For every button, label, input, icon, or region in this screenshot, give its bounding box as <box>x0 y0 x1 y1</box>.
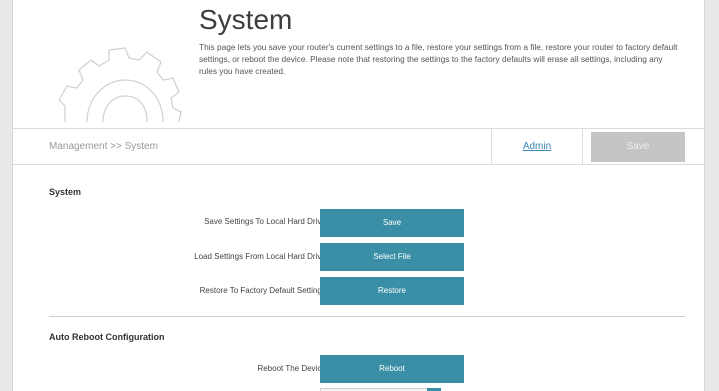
gear-icon <box>58 47 182 122</box>
reboot-button[interactable]: Reboot <box>320 355 464 383</box>
section-divider <box>49 316 685 317</box>
breadcrumb-bar: Management >> System Admin Save <box>13 128 704 165</box>
section-title-auto-reboot: Auto Reboot Configuration <box>49 332 165 342</box>
page-description: This page lets you save your router's cu… <box>199 42 678 76</box>
save-settings-button[interactable]: Save <box>320 209 464 237</box>
router-admin-page: System This page lets you save your rout… <box>12 0 705 391</box>
save-button-disabled[interactable]: Save <box>591 132 685 162</box>
reboot-device-label: Reboot The Device: <box>257 364 328 373</box>
page-header: System This page lets you save your rout… <box>13 0 704 124</box>
breadcrumb: Management >> System <box>49 141 158 152</box>
page-title: System <box>199 4 293 35</box>
select-file-button[interactable]: Select File <box>320 243 464 271</box>
section-title-system: System <box>49 187 82 197</box>
admin-tab[interactable]: Admin <box>491 129 583 164</box>
restore-button[interactable]: Restore <box>320 277 464 305</box>
load-settings-label: Load Settings From Local Hard Drive: <box>194 252 328 261</box>
save-settings-label: Save Settings To Local Hard Drive: <box>204 217 328 226</box>
restore-defaults-label: Restore To Factory Default Settings: <box>199 286 328 295</box>
